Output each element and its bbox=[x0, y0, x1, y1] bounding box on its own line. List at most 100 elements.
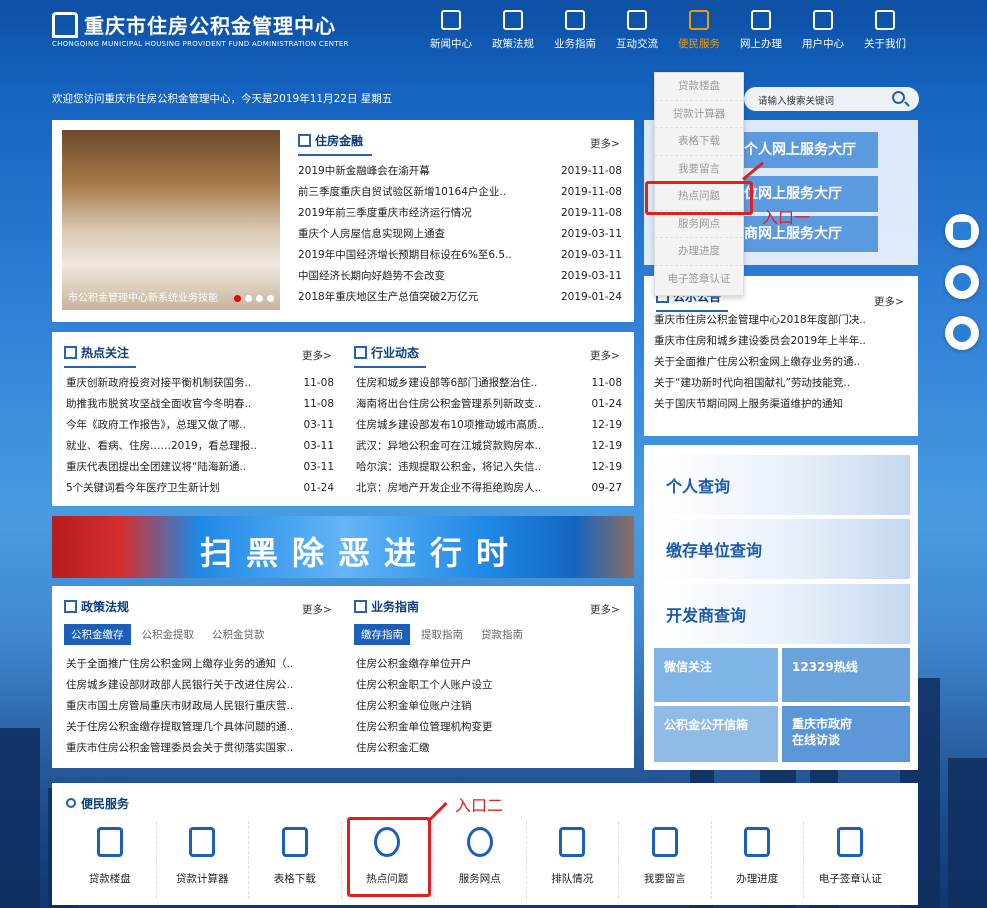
nav-online[interactable]: 网上办理 bbox=[730, 8, 792, 58]
hot-more-link[interactable]: 更多> bbox=[302, 348, 332, 363]
app-icon bbox=[953, 222, 971, 240]
list-item[interactable]: 前三季度重庆自贸试验区新增10164户企业.. 2019-11-08 bbox=[298, 182, 622, 203]
list-item[interactable]: 住房城乡建设部财政部人民银行关于改进住房公.. bbox=[66, 675, 336, 696]
nav-interaction[interactable]: 互动交流 bbox=[606, 8, 668, 58]
list-item[interactable]: 关于“建功新时代向祖国献礼”劳动技能竞.. bbox=[654, 373, 910, 394]
list-item[interactable]: 2019中新金融峰会在渝开幕 2019-11-08 bbox=[298, 161, 622, 182]
notice-more-link[interactable]: 更多> bbox=[874, 294, 904, 309]
list-item[interactable]: 关于全面推广住房公积金网上缴存业务的通知（.. bbox=[66, 654, 336, 675]
list-item[interactable]: 今年《政府工作报告》，总理又做了哪.. 03-11 bbox=[66, 415, 334, 436]
service-form-download[interactable]: 表格下载 bbox=[249, 821, 342, 899]
news-photo[interactable]: 市公积金管理中心新系统业务技能 bbox=[62, 130, 280, 310]
service-outlets[interactable]: 服务网点 bbox=[434, 821, 527, 899]
nav-news[interactable]: 新闻中心 bbox=[420, 8, 482, 58]
finance-title: 住房金融 bbox=[298, 132, 363, 149]
notice-panel: 公示公告 更多> 重庆市住房公积金管理中心2018年度部门决.. 重庆市住房和城… bbox=[644, 276, 918, 436]
list-item[interactable]: 2018年重庆地区生产总值突破2万亿元 2019-01-24 bbox=[298, 287, 622, 308]
tab-loan[interactable]: 公积金贷款 bbox=[205, 624, 272, 645]
industry-more-link[interactable]: 更多> bbox=[590, 348, 620, 363]
unit-query-button[interactable]: 缴存单位查询 bbox=[654, 519, 910, 579]
menu-item-loan-property[interactable]: 贷款楼盘 bbox=[655, 73, 743, 101]
industry-icon bbox=[354, 346, 367, 359]
list-item[interactable]: 重庆个人房屋信息实现网上通查 2019-03-11 bbox=[298, 224, 622, 245]
carousel-dots[interactable] bbox=[234, 295, 274, 302]
interview-tile[interactable]: 重庆市政府在线访谈 bbox=[782, 706, 910, 762]
person-icon bbox=[559, 827, 586, 857]
list-item[interactable]: 住房公积金缴存单位开户 bbox=[356, 654, 626, 675]
developer-query-button[interactable]: 开发商查询 bbox=[654, 584, 910, 644]
list-item[interactable]: 住房公积金汇缴 bbox=[356, 738, 626, 759]
guide-more-link[interactable]: 更多> bbox=[590, 602, 620, 617]
campaign-banner[interactable]: 扫黑除恶进行时 bbox=[52, 516, 634, 578]
menu-item-form-download[interactable]: 表格下载 bbox=[655, 128, 743, 156]
list-item[interactable]: 海南将出台住房公积金管理系列新政支.. 01-24 bbox=[356, 394, 622, 415]
list-item[interactable]: 关于全面推广住房公积金网上缴存业务的通.. bbox=[654, 352, 910, 373]
list-item[interactable]: 哈尔滨：违规提取公积金，将记入失信.. 12-19 bbox=[356, 457, 622, 478]
tab-deposit-guide[interactable]: 缴存指南 bbox=[354, 624, 410, 645]
hot-panel: 热点关注 更多> 重庆创新政府投资对接平衡机制获国务.. 11-08 助推我市脱贫… bbox=[52, 332, 342, 506]
policy-tabs: 公积金缴存 公积金提取 公积金贷款 bbox=[64, 624, 276, 645]
wechat-float-button[interactable] bbox=[945, 265, 979, 299]
tab-withdraw-guide[interactable]: 提取指南 bbox=[414, 624, 470, 645]
tab-withdraw[interactable]: 公积金提取 bbox=[135, 624, 202, 645]
tab-loan-guide[interactable]: 贷款指南 bbox=[474, 624, 530, 645]
list-item[interactable]: 重庆市住房公积金管理中心2018年度部门决.. bbox=[654, 310, 910, 331]
industry-panel: 行业动态 更多> 住房和城乡建设部等6部门通报整治住.. 11-08 海南将出台住… bbox=[342, 332, 634, 506]
nav-convenience[interactable]: 便民服务 bbox=[668, 8, 730, 58]
list-item[interactable]: 2019年中国经济增长预期目标设在6%至6.5.. 2019-03-11 bbox=[298, 245, 622, 266]
mailbox-tile[interactable]: 公积金公开信箱 bbox=[654, 706, 778, 762]
search-box[interactable]: 请输入搜索关键词 bbox=[744, 87, 919, 111]
service-queue[interactable]: 排队情况 bbox=[527, 821, 619, 899]
menu-item-progress[interactable]: 办理进度 bbox=[655, 238, 743, 266]
menu-item-message[interactable]: 我要留言 bbox=[655, 156, 743, 183]
menu-item-loan-calculator[interactable]: 贷款计算器 bbox=[655, 101, 743, 128]
nav-user[interactable]: 用户中心 bbox=[792, 8, 854, 58]
list-item[interactable]: 住房公积金单位管理机构变更 bbox=[356, 717, 626, 738]
list-item[interactable]: 助推我市脱贫攻坚战全面收官今冬明春.. 11-08 bbox=[66, 394, 334, 415]
list-item[interactable]: 住房和城乡建设部等6部门通报整治住.. 11-08 bbox=[356, 373, 622, 394]
list-item[interactable]: 中国经济长期向好趋势不会改变 2019-03-11 bbox=[298, 266, 622, 287]
list-item[interactable]: 就业、看病、住房……2019，看总理报.. 03-11 bbox=[66, 436, 334, 457]
search-placeholder[interactable]: 请输入搜索关键词 bbox=[758, 93, 834, 107]
list-item[interactable]: 关于住房公积金缴存提取管理几个具体问题的通.. bbox=[66, 717, 336, 738]
finance-icon bbox=[298, 134, 311, 147]
app-float-button[interactable] bbox=[945, 214, 979, 248]
wechat-tile[interactable]: 微信关注 bbox=[654, 648, 778, 702]
list-item[interactable]: 重庆代表团提出全团建议将“陆海新通.. 03-11 bbox=[66, 457, 334, 478]
list-icon bbox=[875, 10, 895, 30]
list-item[interactable]: 武汉：异地公积金可在江城贷款购房本.. 12-19 bbox=[356, 436, 622, 457]
policy-title: 政策法规 bbox=[64, 598, 129, 615]
nav-guide[interactable]: 业务指南 bbox=[544, 8, 606, 58]
tab-deposit[interactable]: 公积金缴存 bbox=[64, 624, 131, 645]
list-item[interactable]: 重庆市国土房管局重庆市财政局人民银行重庆营.. bbox=[66, 696, 336, 717]
finance-panel: 市公积金管理中心新系统业务技能 住房金融 更多> 2019中新金融峰会在渝开幕 2… bbox=[52, 120, 634, 322]
list-item[interactable]: 北京：房地产开发企业不得拒绝购房人.. 09-27 bbox=[356, 478, 622, 499]
list-item[interactable]: 2019年前三季度重庆市经济运行情况 2019-11-08 bbox=[298, 203, 622, 224]
org-chart-icon bbox=[651, 827, 678, 857]
list-item[interactable]: 重庆创新政府投资对接平衡机制获国务.. 11-08 bbox=[66, 373, 334, 394]
support-float-button[interactable] bbox=[945, 316, 979, 350]
list-item[interactable]: 重庆市住房和城乡建设委员会2019年上半年.. bbox=[654, 331, 910, 352]
service-message[interactable]: 我要留言 bbox=[619, 821, 712, 899]
list-item[interactable]: 5个关键词看今年医疗卫生新计划 01-24 bbox=[66, 478, 334, 499]
finance-more-link[interactable]: 更多> bbox=[590, 136, 620, 151]
list-item[interactable]: 住房城乡建设部发布10项推动城市高质.. 12-19 bbox=[356, 415, 622, 436]
service-loan-calculator[interactable]: 贷款计算器 bbox=[157, 821, 249, 899]
list-item[interactable]: 住房公积金单位账户注销 bbox=[356, 696, 626, 717]
policy-list: 关于全面推广住房公积金网上缴存业务的通知（.. 住房城乡建设部财政部人民银行关于… bbox=[66, 654, 336, 759]
service-e-signature[interactable]: 电子签章认证 bbox=[804, 821, 897, 899]
hotline-tile[interactable]: 12329热线 bbox=[782, 648, 910, 702]
nav-policy[interactable]: 政策法规 bbox=[482, 8, 544, 58]
list-item[interactable]: 住房公积金职工个人账户设立 bbox=[356, 675, 626, 696]
search-icon[interactable] bbox=[892, 91, 905, 104]
title-underline bbox=[64, 366, 136, 368]
convenience-title: 便民服务 bbox=[66, 795, 129, 812]
policy-more-link[interactable]: 更多> bbox=[302, 602, 332, 617]
list-item[interactable]: 关于国庆节期间网上服务渠道维护的通知 bbox=[654, 394, 910, 415]
list-item[interactable]: 重庆市住房公积金管理委员会关于贯彻落实国家.. bbox=[66, 738, 336, 759]
personal-query-button[interactable]: 个人查询 bbox=[654, 455, 910, 515]
nav-about[interactable]: 关于我们 bbox=[854, 8, 916, 58]
service-loan-property[interactable]: 贷款楼盘 bbox=[64, 821, 157, 899]
service-progress[interactable]: 办理进度 bbox=[712, 821, 804, 899]
menu-item-e-signature[interactable]: 电子签章认证 bbox=[655, 266, 743, 294]
